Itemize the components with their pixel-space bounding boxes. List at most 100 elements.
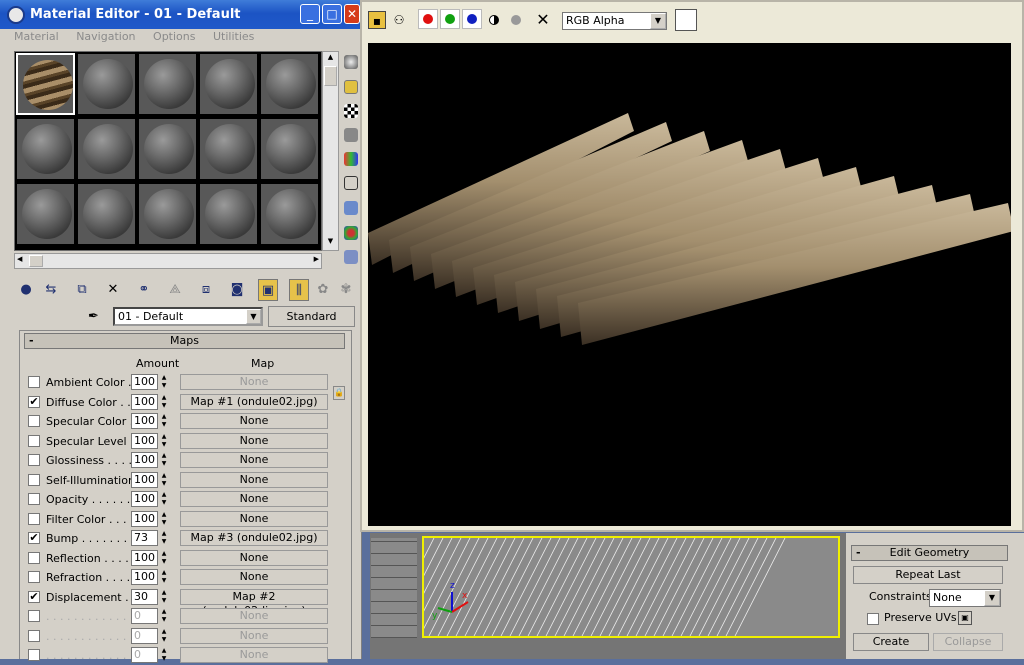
sample-slot-12[interactable] — [77, 183, 136, 245]
map-amount-field[interactable]: 100 — [131, 413, 158, 429]
map-amount-field[interactable]: 0 — [131, 627, 158, 644]
map-enable-checkbox[interactable] — [28, 493, 40, 505]
map-enable-checkbox[interactable] — [28, 454, 40, 466]
sample-slot-2[interactable] — [77, 53, 136, 115]
map-enable-checkbox[interactable]: ✔ — [28, 395, 40, 408]
preserve-uvs-settings-icon[interactable]: ▣ — [958, 611, 972, 625]
map-enable-checkbox[interactable] — [28, 415, 40, 427]
map-amount-field[interactable]: 73 — [131, 530, 158, 546]
chevron-down-icon[interactable]: ▼ — [984, 590, 1000, 606]
sample-slot-8[interactable] — [138, 118, 197, 180]
left-viewport-grid[interactable] — [371, 538, 417, 638]
amount-spinner[interactable]: ▲ ▼ — [159, 491, 169, 507]
chevron-down-icon[interactable]: ▼ — [650, 13, 666, 29]
edit-geometry-rollout-header[interactable]: - Edit Geometry — [851, 545, 1008, 561]
map-slot-button[interactable]: None — [180, 413, 328, 429]
sample-slot-13[interactable] — [138, 183, 197, 245]
green-channel-toggle[interactable] — [440, 9, 460, 29]
map-slot-button[interactable]: Map #1 (ondule02.jpg) — [180, 393, 328, 410]
clone-window-icon[interactable]: ⚇ — [390, 11, 408, 29]
sample-slot-15[interactable] — [260, 183, 319, 245]
put-to-library-icon[interactable]: ⟁ — [165, 279, 185, 301]
alpha-channel-icon[interactable] — [511, 15, 521, 25]
sample-type-icon[interactable] — [344, 55, 358, 69]
pixel-color-swatch[interactable] — [675, 9, 697, 31]
menu-options[interactable]: Options — [153, 30, 195, 43]
mono-toggle-icon[interactable] — [489, 15, 499, 25]
menu-material[interactable]: Material — [14, 30, 59, 43]
clear-icon[interactable]: ✕ — [534, 11, 552, 29]
map-enable-checkbox[interactable]: ✔ — [28, 590, 40, 603]
map-slot-button[interactable]: None — [180, 471, 328, 488]
video-color-check-icon[interactable] — [344, 152, 358, 166]
map-enable-checkbox[interactable] — [28, 571, 40, 583]
create-button[interactable]: Create — [853, 633, 929, 651]
slots-horizontal-scrollbar[interactable]: ◀ ▶ — [14, 253, 322, 269]
reset-map-icon[interactable]: ✕ — [103, 279, 123, 301]
menu-navigation[interactable]: Navigation — [76, 30, 135, 43]
map-slot-button[interactable]: None — [180, 569, 328, 585]
lock-icon[interactable]: 🔒 — [333, 386, 345, 400]
make-unique-icon[interactable]: ⚭ — [134, 279, 154, 301]
map-enable-checkbox[interactable] — [28, 473, 40, 486]
options-icon[interactable] — [344, 201, 358, 215]
select-by-material-icon[interactable] — [344, 226, 358, 240]
map-slot-button[interactable]: Map #2 (ondule02disp.jpg) — [180, 588, 328, 617]
map-enable-checkbox[interactable] — [28, 376, 40, 388]
sample-slot-7[interactable] — [77, 118, 136, 180]
map-slot-button[interactable]: None — [180, 549, 328, 566]
map-amount-field[interactable]: 100 — [131, 471, 158, 488]
minimize-button[interactable]: _ — [300, 4, 320, 24]
amount-spinner[interactable]: ▲ ▼ — [159, 433, 169, 449]
amount-spinner[interactable]: ▲ ▼ — [159, 550, 169, 566]
go-to-parent-icon[interactable]: ⫼ — [289, 279, 309, 301]
amount-spinner[interactable]: ▲ ▼ — [159, 530, 169, 546]
save-icon[interactable]: ▪ — [368, 11, 386, 29]
collapse-button[interactable]: Collapse — [933, 633, 1003, 651]
map-enable-checkbox[interactable] — [28, 649, 40, 661]
map-amount-field[interactable]: 0 — [131, 608, 158, 624]
assign-to-selection-icon[interactable]: ⧉ — [72, 279, 92, 301]
map-slot-button[interactable]: None — [180, 452, 328, 468]
map-slot-button[interactable]: Map #3 (ondule02.jpg) — [180, 530, 328, 546]
backlight-icon[interactable] — [344, 80, 358, 94]
pick-material-icon[interactable]: ✾ — [336, 279, 356, 301]
map-enable-checkbox[interactable] — [28, 434, 40, 447]
map-amount-field[interactable]: 100 — [131, 393, 158, 410]
amount-spinner[interactable]: ▲ ▼ — [159, 589, 169, 605]
repeat-last-button[interactable]: Repeat Last — [853, 566, 1003, 584]
amount-spinner[interactable]: ▲ ▼ — [159, 569, 169, 585]
map-enable-checkbox[interactable] — [28, 610, 40, 622]
close-button[interactable]: ✕ — [344, 4, 360, 24]
scroll-thumb[interactable] — [324, 66, 337, 86]
sample-slot-1[interactable] — [16, 53, 75, 115]
red-channel-toggle[interactable] — [418, 9, 438, 29]
amount-spinner[interactable]: ▲ ▼ — [159, 452, 169, 468]
map-amount-field[interactable]: 100 — [131, 374, 158, 390]
preserve-uvs-checkbox[interactable] — [867, 613, 879, 625]
amount-spinner[interactable]: ▲ ▼ — [159, 472, 169, 488]
map-amount-field[interactable]: 100 — [131, 510, 158, 527]
show-map-in-viewport-icon[interactable]: ◙ — [227, 279, 247, 301]
map-amount-field[interactable]: 100 — [131, 569, 158, 585]
sample-slot-3[interactable] — [138, 53, 197, 115]
map-amount-field[interactable]: 100 — [131, 432, 158, 449]
perspective-viewport[interactable]: z x y — [422, 536, 840, 638]
map-slot-button[interactable]: None — [180, 432, 328, 449]
map-enable-checkbox[interactable] — [28, 629, 40, 642]
material-name-dropdown[interactable]: 01 - Default ▼ — [113, 307, 263, 326]
scroll-up-arrow-icon[interactable]: ▲ — [324, 53, 337, 65]
sample-slot-9[interactable] — [199, 118, 258, 180]
scroll-right-arrow-icon[interactable]: ▶ — [314, 255, 319, 263]
get-material-icon[interactable]: ● — [16, 279, 36, 301]
eyedropper-icon[interactable]: ✒ — [88, 308, 108, 326]
sample-slot-5[interactable] — [260, 53, 319, 115]
maps-rollout-header[interactable]: - Maps — [24, 333, 345, 349]
display-channel-select[interactable]: RGB Alpha ▼ — [562, 12, 667, 30]
background-checker-icon[interactable] — [344, 104, 358, 118]
material-effects-channel-icon[interactable]: ⧈ — [196, 279, 216, 301]
map-amount-field[interactable]: 0 — [131, 647, 158, 663]
uv-tiling-icon[interactable] — [344, 128, 358, 142]
sample-slot-11[interactable] — [16, 183, 75, 245]
material-type-button[interactable]: Standard — [268, 306, 355, 327]
